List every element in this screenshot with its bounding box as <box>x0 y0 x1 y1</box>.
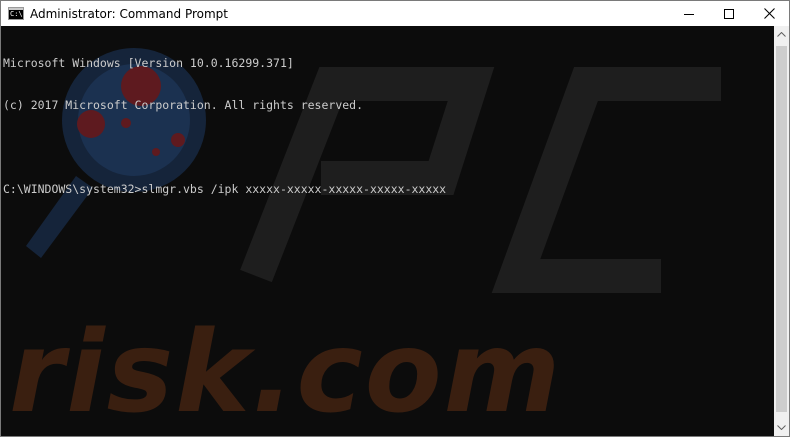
scroll-down-arrow-icon <box>777 425 786 430</box>
window-title: Administrator: Command Prompt <box>30 6 228 21</box>
console-line-command[interactable]: C:\WINDOWS\system32>slmgr.vbs /ipk xxxxx… <box>3 182 446 196</box>
cmd-app-icon-glyph: C:\ <box>10 10 23 18</box>
scroll-down-button[interactable] <box>774 419 789 436</box>
minimize-icon <box>684 13 694 15</box>
console-line-version: Microsoft Windows [Version 10.0.16299.37… <box>3 56 294 70</box>
vertical-scrollbar[interactable] <box>774 26 789 436</box>
console-output: Microsoft Windows [Version 10.0.16299.37… <box>3 28 446 224</box>
scroll-thumb[interactable] <box>776 46 787 412</box>
cmd-app-icon[interactable]: C:\ <box>8 7 24 20</box>
command-text: C:\WINDOWS\system32>slmgr.vbs /ipk xxxxx… <box>3 182 447 196</box>
caption-buttons <box>669 1 789 26</box>
console-area[interactable]: risk.com Microsoft Windows [Version 10.0… <box>1 26 774 436</box>
maximize-icon <box>724 8 734 19</box>
minimize-button[interactable] <box>669 1 709 26</box>
console-line-copyright: (c) 2017 Microsoft Corporation. All righ… <box>3 98 364 112</box>
close-button[interactable] <box>749 1 789 26</box>
scroll-up-button[interactable] <box>774 26 789 43</box>
watermark-text: risk.com <box>9 308 562 436</box>
command-prompt-window: C:\ Administrator: Command Prompt risk.c… <box>0 0 790 437</box>
console-line-blank <box>3 140 446 154</box>
scroll-up-arrow-icon <box>777 32 786 37</box>
title-bar[interactable]: C:\ Administrator: Command Prompt <box>1 1 789 26</box>
maximize-button[interactable] <box>709 1 749 26</box>
close-icon <box>763 8 775 19</box>
